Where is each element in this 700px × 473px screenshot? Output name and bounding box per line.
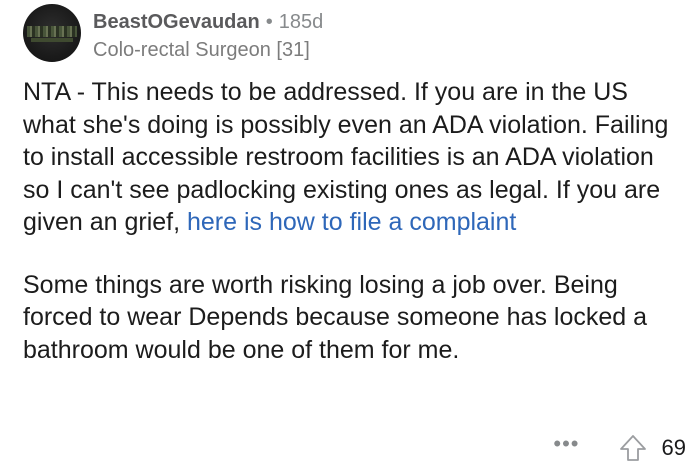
comment-paragraph-2: Some things are worth risking losing a j… (23, 270, 647, 364)
complaint-link[interactable]: here is how to file a complaint (187, 208, 516, 236)
user-flair: Colo-rectal Surgeon [31] (93, 39, 310, 61)
comment-actions: ••• 69 (553, 432, 686, 464)
vote-count: 69 (661, 435, 686, 460)
comment-meta: BeastOGevaudan • 185d (93, 10, 323, 34)
comment-header: BeastOGevaudan • 185d Colo-rectal Surgeon … (23, 4, 683, 66)
comment-paragraph-1: NTA - This needs to be addressed. If you… (23, 76, 683, 239)
user-avatar[interactable] (23, 4, 81, 62)
more-options-icon[interactable]: ••• (553, 433, 579, 463)
username-link[interactable]: BeastOGevaudan (93, 11, 260, 33)
avatar-image-band (27, 26, 77, 37)
avatar-image-strip (31, 38, 73, 42)
comment-age: 185d (278, 11, 324, 33)
meta-separator: • (265, 11, 273, 33)
upvote-arrow-icon[interactable] (618, 433, 648, 463)
comment-body: NTA - This needs to be addressed. If you… (23, 76, 683, 366)
